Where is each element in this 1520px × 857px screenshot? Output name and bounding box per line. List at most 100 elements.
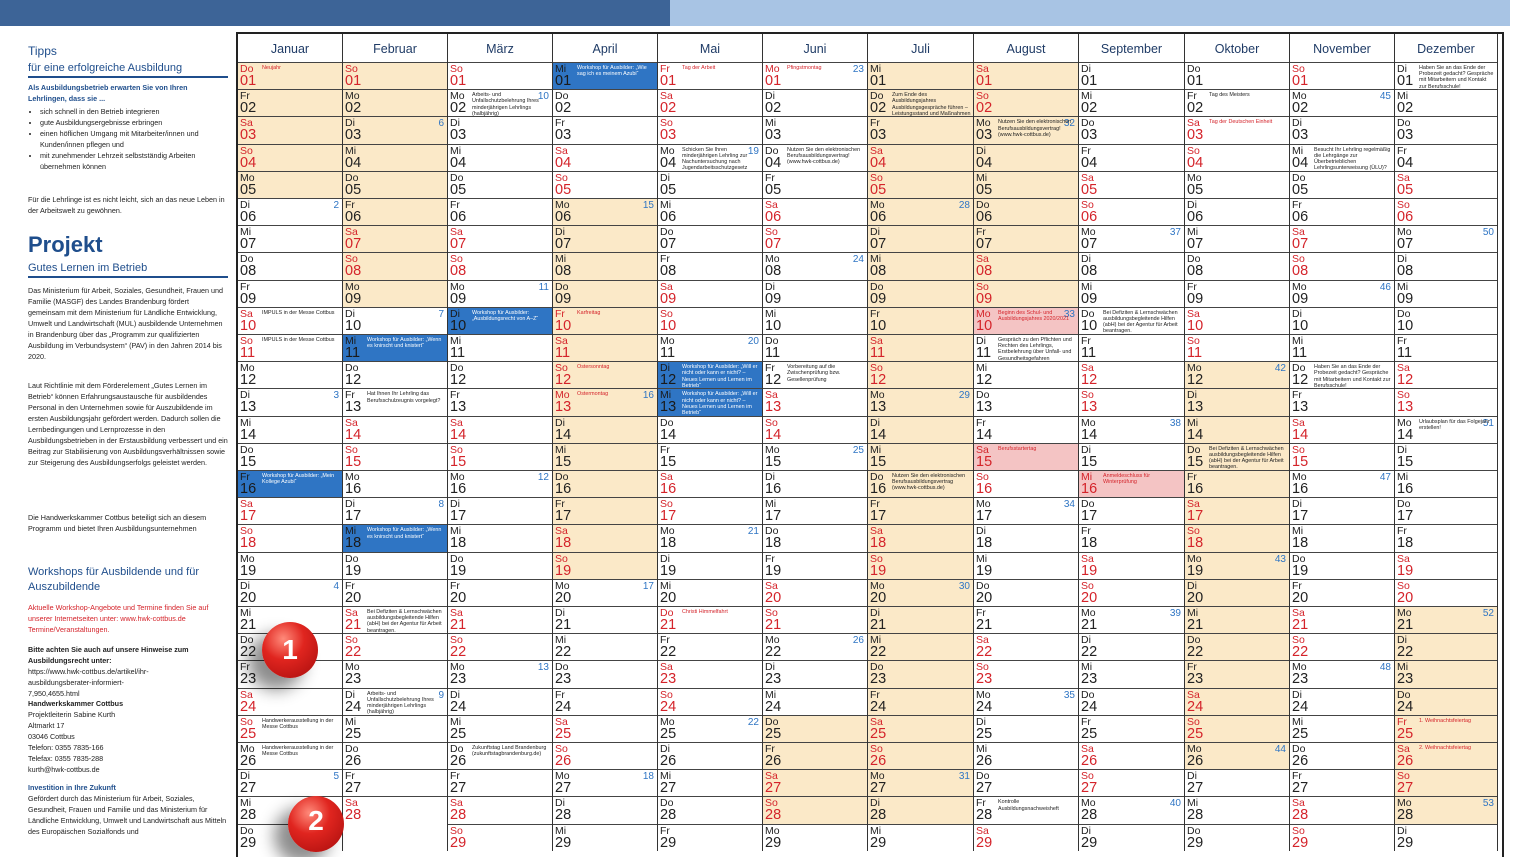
day-cell[interactable]: Mo 11 20 — [658, 334, 762, 361]
day-cell[interactable]: Di 20 4 — [238, 578, 342, 606]
day-cell[interactable]: Mo 05 — [238, 170, 342, 198]
day-cell[interactable]: Di 29 — [1395, 823, 1497, 851]
day-cell[interactable]: Mi 29 — [868, 823, 973, 851]
day-cell[interactable]: Mo 15 25 — [763, 442, 867, 470]
day-cell[interactable]: Mi 04 Besucht Ihr Lehrling regelmäßig die … — [1290, 143, 1394, 171]
day-cell[interactable]: Fr 11 — [1395, 334, 1497, 361]
day-cell[interactable]: Do 24 — [1079, 687, 1184, 715]
day-cell[interactable]: Di 09 — [763, 279, 867, 307]
day-cell[interactable]: Do 13 — [974, 388, 1078, 415]
day-cell[interactable]: Mi 09 — [1079, 279, 1184, 307]
day-cell[interactable]: So 15 — [343, 442, 447, 470]
day-cell[interactable]: Di 10 — [1290, 306, 1394, 334]
day-cell[interactable]: So 08 — [343, 252, 447, 280]
day-cell[interactable]: So 07 — [763, 225, 867, 252]
day-cell[interactable]: Di 13 — [1185, 388, 1289, 416]
day-cell[interactable]: Fr 13 Hat Ihnen Ihr Lehrling das Berufssch… — [343, 388, 447, 415]
day-cell[interactable]: Mi 16 — [1395, 470, 1497, 497]
day-cell[interactable]: Mo 12 — [238, 361, 342, 388]
day-cell[interactable]: Mi 09 — [1395, 279, 1497, 307]
day-cell[interactable]: Sa 01 — [974, 62, 1078, 90]
day-cell[interactable]: So 19 — [553, 551, 657, 579]
day-cell[interactable]: Fr 03 — [868, 116, 973, 144]
day-cell[interactable]: Mo 10 33 Beginn des Schul- und Ausbildungsj… — [974, 306, 1078, 334]
day-cell[interactable]: Mo 22 26 — [763, 633, 867, 660]
day-cell[interactable]: So 22 — [448, 633, 552, 660]
day-cell[interactable]: Mi 24 — [763, 687, 867, 715]
day-cell[interactable]: Do 12 Haben Sie an das Ende der Probezeit … — [1290, 361, 1394, 388]
day-cell[interactable]: Do 19 — [1290, 551, 1394, 579]
day-cell[interactable]: Fr 02 Tag des Meisters — [1185, 89, 1289, 116]
day-cell[interactable]: Sa 13 — [763, 388, 867, 415]
day-cell[interactable]: Sa 26 — [1079, 742, 1184, 769]
marker-pin-2[interactable]: 2 — [288, 796, 344, 852]
day-cell[interactable]: Sa 18 — [868, 524, 973, 552]
day-cell[interactable]: Fr 19 — [763, 551, 867, 579]
day-cell[interactable]: Mo 02 — [343, 89, 447, 117]
day-cell[interactable]: Fr 12 Vorbereitung auf die Zwischenprüfung… — [763, 361, 867, 388]
day-cell[interactable]: Mi 28 — [1185, 796, 1289, 823]
day-cell[interactable]: Fr 05 — [763, 170, 867, 198]
day-cell[interactable]: Di 05 — [658, 170, 762, 198]
day-cell[interactable]: Do 02 — [553, 89, 657, 116]
day-cell[interactable]: Mo 14 38 — [1079, 415, 1184, 443]
day-cell[interactable]: Do 23 — [553, 660, 657, 687]
day-cell[interactable]: So 22 — [343, 633, 447, 660]
day-cell[interactable]: Do 28 — [658, 796, 762, 823]
day-cell[interactable]: Sa 12 — [1079, 361, 1184, 388]
day-cell[interactable]: Mo 08 24 — [763, 252, 867, 279]
day-cell[interactable]: Mo 14 51 Urlaubsplan für das Folgejahr erst… — [1395, 415, 1497, 443]
day-cell[interactable]: Fr 25 — [1079, 714, 1184, 742]
day-cell[interactable]: So 22 — [1290, 633, 1394, 660]
day-cell[interactable]: Mi 07 — [238, 225, 342, 252]
day-cell[interactable]: Do 09 — [868, 279, 973, 307]
day-cell[interactable]: Do 26 Zukunftstag Land Brandenburg (zukunf… — [448, 742, 552, 769]
day-cell[interactable]: Di 28 — [868, 796, 973, 824]
day-cell[interactable]: So 12 — [868, 361, 973, 389]
day-cell[interactable]: Sa 10 IMPULS in der Messe Cottbus — [238, 306, 342, 334]
day-cell[interactable]: Fr 18 — [1079, 524, 1184, 551]
day-cell[interactable]: Mi 27 — [658, 769, 762, 796]
day-cell[interactable]: Sa 19 — [1395, 551, 1497, 579]
day-cell[interactable]: Sa 25 — [553, 714, 657, 742]
day-cell[interactable]: Fr 25 1. Weihnachtsfeiertag — [1395, 714, 1497, 742]
day-cell[interactable]: Sa 15 Berufsstartertag — [974, 442, 1078, 470]
day-cell[interactable]: Do 21 Christi Himmelfahrt — [658, 606, 762, 633]
day-cell[interactable]: Do 08 — [1185, 252, 1289, 279]
day-cell[interactable]: Fr 23 — [1185, 660, 1289, 688]
day-cell[interactable]: So 28 — [763, 796, 867, 824]
day-cell[interactable]: Do 01 Neujahr — [238, 62, 342, 90]
day-cell[interactable]: So 27 — [1395, 769, 1497, 797]
day-cell[interactable]: Fr 16 — [1185, 470, 1289, 498]
day-cell[interactable]: Fr 14 — [974, 415, 1078, 443]
day-cell[interactable]: Sa 10 — [1185, 306, 1289, 334]
day-cell[interactable]: So 29 — [1290, 823, 1394, 851]
day-cell[interactable]: So 03 — [658, 116, 762, 143]
day-cell[interactable]: Di 10 7 — [343, 306, 447, 334]
day-cell[interactable]: Sa 07 — [1290, 225, 1394, 252]
day-cell[interactable]: Mi 01 Workshop für Ausbilder: „Wie sag ich… — [553, 62, 657, 90]
day-cell[interactable]: Mo 19 43 — [1185, 551, 1289, 579]
day-cell[interactable]: Do 07 — [658, 225, 762, 252]
day-cell[interactable]: Di 18 — [974, 524, 1078, 551]
day-cell[interactable]: Di 16 — [763, 470, 867, 497]
day-cell[interactable]: Sa 17 — [1185, 497, 1289, 525]
day-cell[interactable]: Mo 27 18 — [553, 769, 657, 796]
day-cell[interactable]: Mo 16 47 — [1290, 470, 1394, 497]
day-cell[interactable]: Di 06 — [1185, 198, 1289, 225]
day-cell[interactable]: Di 22 — [1395, 633, 1497, 661]
day-cell[interactable]: Sa 28 — [1290, 796, 1394, 823]
day-cell[interactable]: Di 28 — [553, 796, 657, 823]
day-cell[interactable]: Fr 15 — [658, 442, 762, 470]
day-cell[interactable]: Mi 10 — [763, 306, 867, 334]
day-cell[interactable]: Di 22 — [1079, 633, 1184, 660]
day-cell[interactable]: Mo 09 46 — [1290, 279, 1394, 307]
day-cell[interactable]: Di 17 — [448, 497, 552, 524]
day-cell[interactable]: Do 23 — [868, 660, 973, 688]
day-cell[interactable]: Di 15 — [1395, 442, 1497, 470]
day-cell[interactable]: Di 14 — [553, 415, 657, 443]
day-cell[interactable]: Do 15 — [238, 442, 342, 470]
day-cell[interactable]: Di 03 6 — [343, 116, 447, 144]
day-cell[interactable]: Sa 24 — [238, 687, 342, 715]
day-cell[interactable]: Mo 23 — [343, 660, 447, 687]
